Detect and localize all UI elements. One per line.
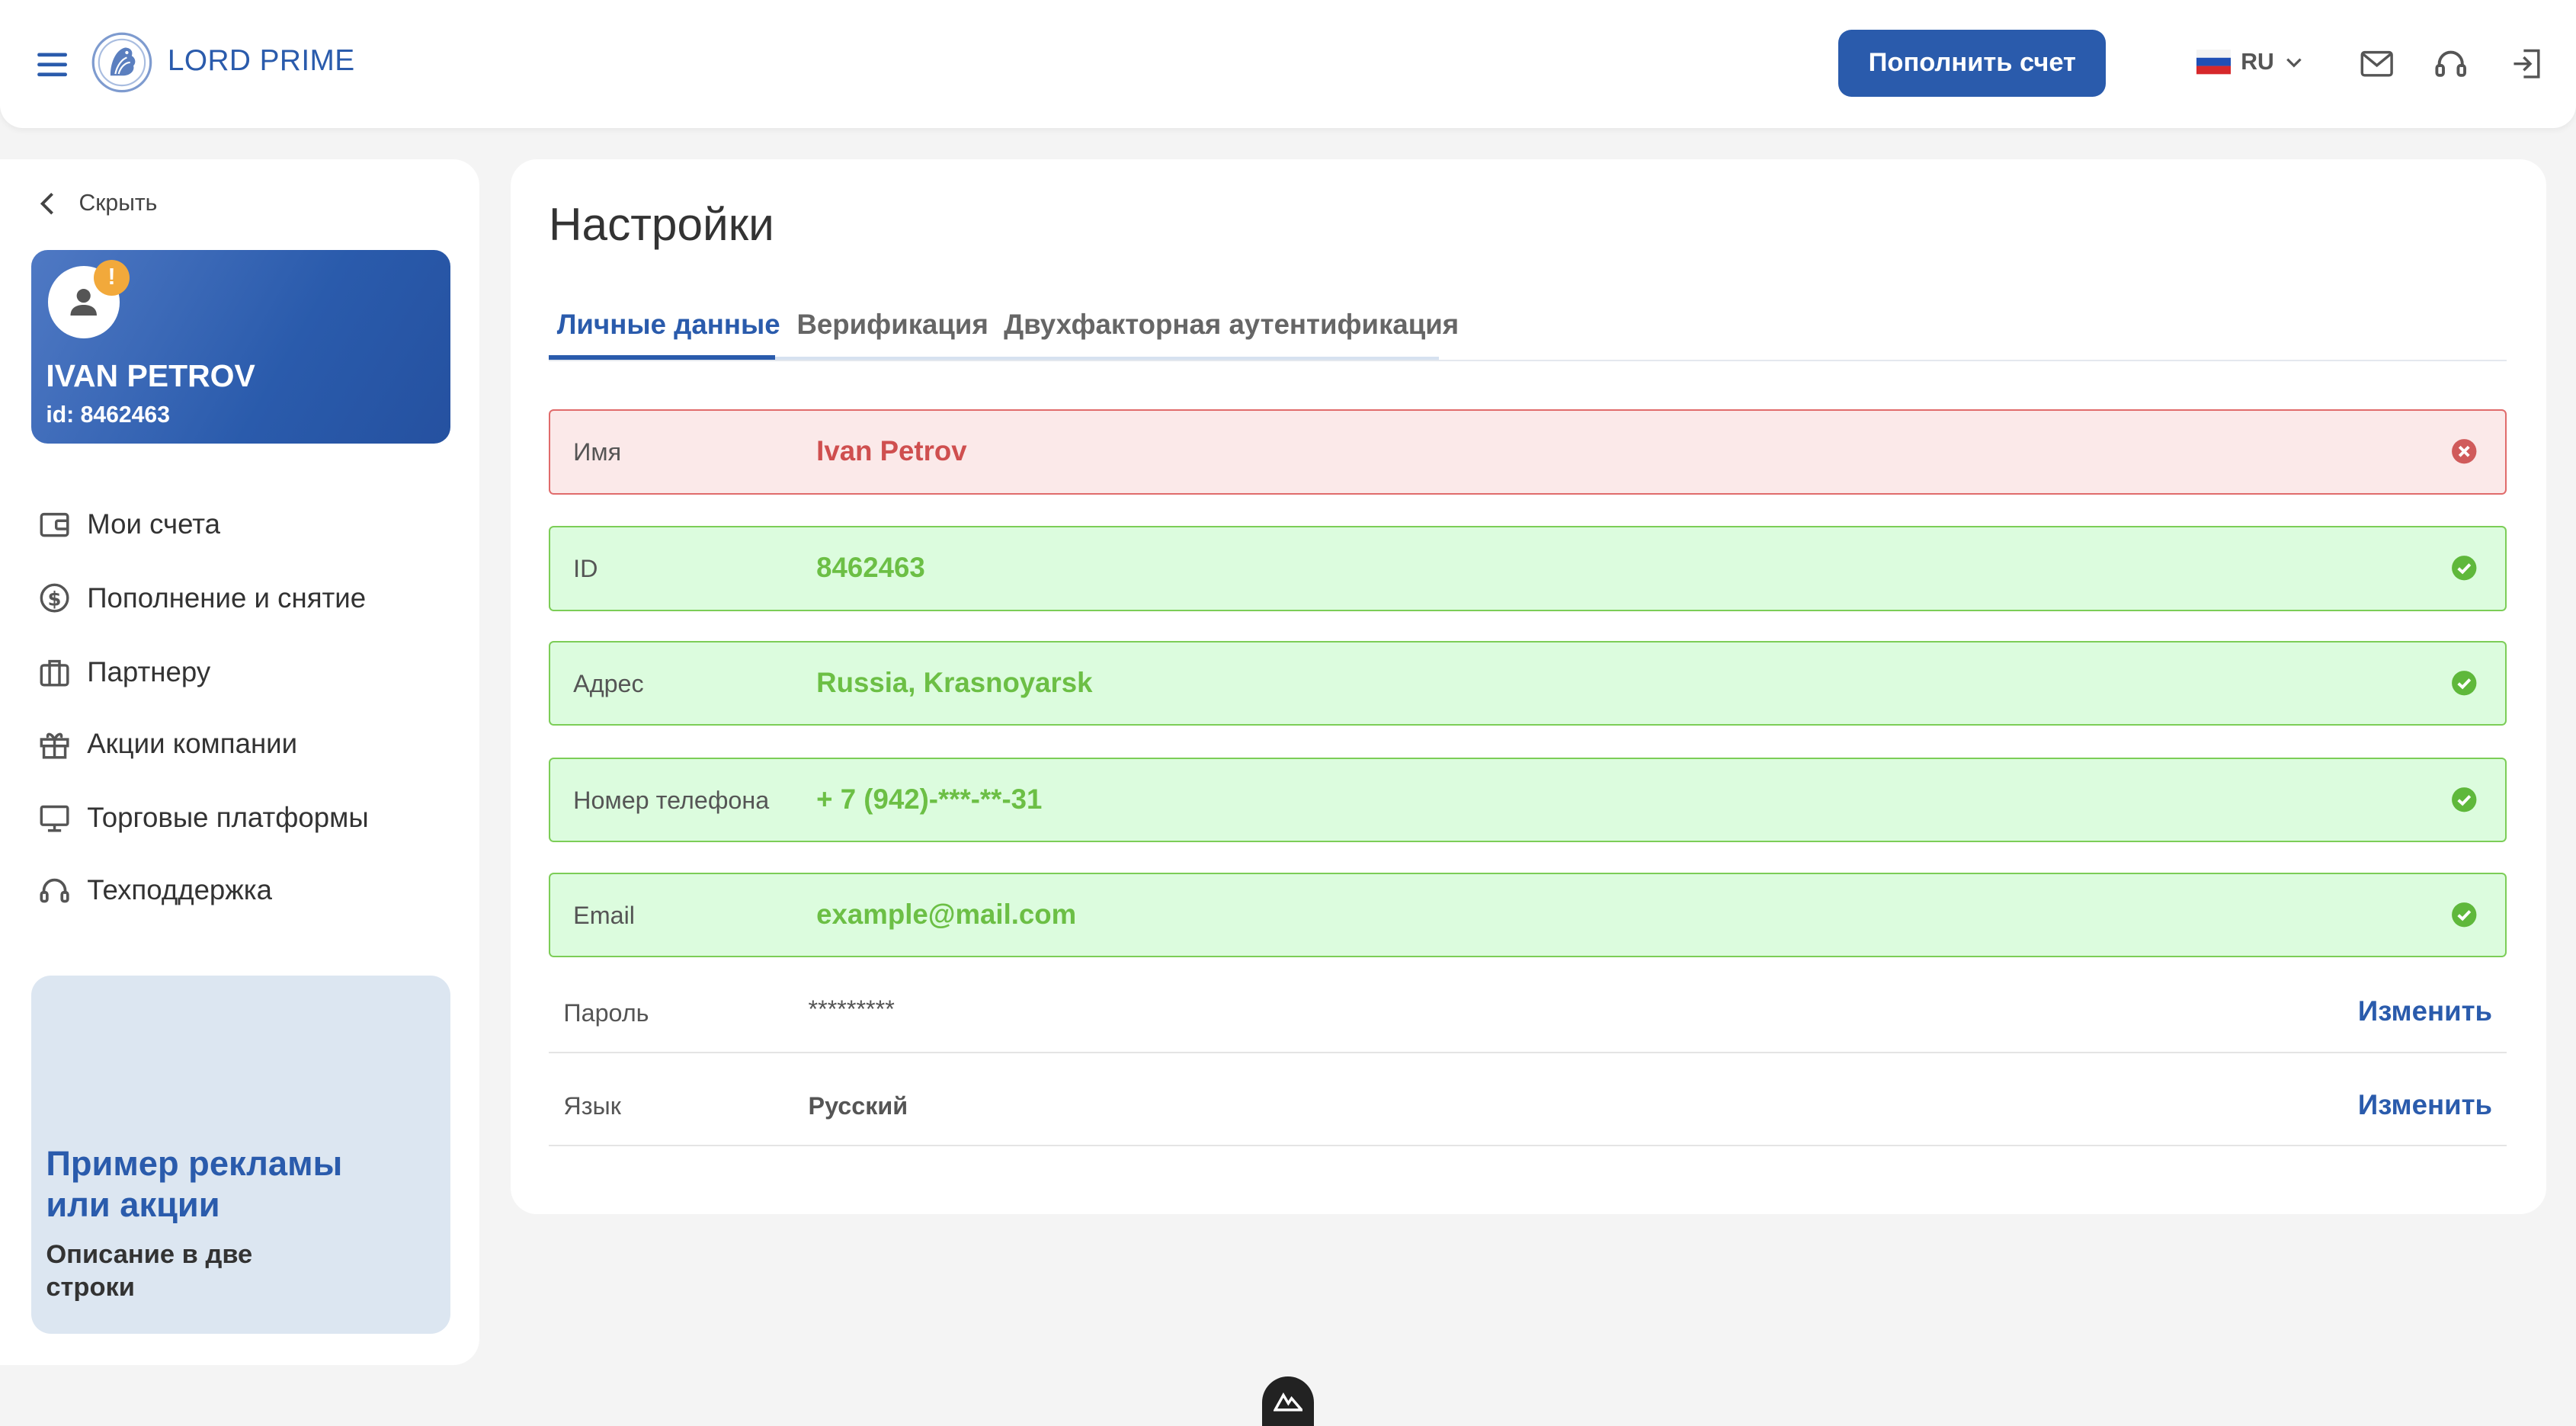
gift-icon: [40, 732, 69, 759]
promo-title: Пример рекламы или акции: [46, 1144, 343, 1225]
field-value[interactable]: Russia, Krasnoyarsk: [816, 667, 1092, 699]
nuxt-icon: [1273, 1392, 1303, 1412]
top-header: LORD PRIME Пополнить счет RU: [0, 0, 2576, 129]
sidebar-item-label: Акции компании: [87, 728, 298, 760]
sidebar-item-label: Мои счета: [87, 508, 221, 540]
mail-icon[interactable]: [2359, 46, 2395, 82]
language-code: RU: [2241, 49, 2274, 75]
svg-text:$: $: [47, 588, 61, 610]
field-label: ID: [573, 555, 598, 583]
logo-icon[interactable]: [91, 31, 153, 94]
hide-label: Скрыть: [78, 191, 158, 216]
tabs-divider: [548, 360, 2507, 362]
field-label: Адрес: [573, 670, 644, 698]
phone-field[interactable]: Номер телефона + 7 (942)-***-**-31: [548, 757, 2507, 843]
sidebar-item-label: Партнеру: [87, 655, 211, 687]
active-tab-indicator: [548, 354, 776, 361]
language-label: Язык: [563, 1092, 621, 1120]
check-icon: [2452, 671, 2477, 696]
language-selector[interactable]: RU: [2196, 50, 2304, 75]
profile-card[interactable]: ! IVAN PETROV id: 8462463: [30, 249, 450, 444]
user-icon: [70, 288, 98, 316]
sidebar-item-label: Пополнение и снятие: [87, 582, 367, 614]
name-field[interactable]: Имя Ivan Petrov: [548, 409, 2507, 495]
address-field[interactable]: Адрес Russia, Krasnoyarsk: [548, 640, 2507, 726]
hide-sidebar-link[interactable]: Скрыть: [36, 191, 157, 216]
topup-button[interactable]: Пополнить счет: [1838, 29, 2107, 98]
field-value[interactable]: Ivan Petrov: [816, 435, 966, 467]
field-value[interactable]: 8462463: [816, 552, 925, 584]
check-icon: [2452, 556, 2477, 581]
error-icon[interactable]: [2451, 438, 2477, 464]
change-password-link[interactable]: Изменить: [2358, 995, 2492, 1027]
logout-icon[interactable]: [2509, 46, 2545, 82]
sidebar-item-support[interactable]: Техподдержка: [38, 874, 272, 907]
field-label: Имя: [573, 438, 622, 466]
password-label: Пароль: [563, 998, 649, 1027]
language-value: Русский: [808, 1092, 908, 1120]
chevron-left-icon: [40, 192, 54, 215]
headset-icon: [40, 878, 69, 903]
profile-name: IVAN PETROV: [46, 357, 255, 393]
profile-id: id: 8462463: [46, 402, 170, 428]
dollar-icon: $: [40, 583, 69, 613]
sidebar-item-label: Торговые платформы: [87, 802, 369, 834]
field-value[interactable]: example@mail.com: [816, 899, 1076, 931]
language-row: Язык Русский Изменить: [548, 1069, 2507, 1147]
field-label: Номер телефона: [573, 787, 770, 815]
chevron-down-icon: [2286, 58, 2302, 68]
check-icon: [2452, 787, 2477, 812]
devtools-badge[interactable]: [1261, 1376, 1315, 1426]
sidebar-item-platforms[interactable]: Торговые платформы: [38, 802, 369, 835]
field-label: Email: [573, 902, 635, 930]
monitor-icon: [40, 805, 69, 832]
sidebar-item-label: Техподдержка: [87, 874, 272, 906]
headset-icon[interactable]: [2433, 46, 2469, 82]
sidebar-item-partner[interactable]: Партнеру: [38, 655, 211, 688]
tab-verification[interactable]: Верификация: [796, 309, 988, 341]
warning-badge[interactable]: !: [93, 259, 130, 296]
sidebar-item-promotions[interactable]: Акции компании: [38, 728, 298, 761]
brand-name[interactable]: LORD PRIME: [168, 44, 355, 78]
id-field[interactable]: ID 8462463: [548, 525, 2507, 611]
wallet-icon: [40, 512, 69, 537]
tab-personal-data[interactable]: Личные данные: [557, 309, 780, 341]
password-row: Пароль ********* Изменить: [548, 976, 2507, 1053]
russia-flag-icon: [2196, 50, 2232, 75]
email-field[interactable]: Email example@mail.com: [548, 872, 2507, 958]
sidebar-item-deposit-withdraw[interactable]: $ Пополнение и снятие: [38, 582, 367, 614]
tab-two-factor[interactable]: Двухфакторная аутентификация: [1004, 309, 1459, 341]
change-language-link[interactable]: Изменить: [2358, 1089, 2492, 1121]
menu-icon[interactable]: [36, 48, 69, 81]
promo-banner[interactable]: Пример рекламы или акции Описание в две …: [30, 976, 450, 1335]
check-icon: [2452, 902, 2477, 928]
field-value[interactable]: + 7 (942)-***-**-31: [816, 783, 1042, 816]
sidebar-item-accounts[interactable]: Мои счета: [38, 508, 220, 540]
password-value: *********: [808, 995, 895, 1024]
briefcase-icon: [40, 659, 69, 687]
tabs-track: [775, 356, 1440, 361]
page-title: Настройки: [548, 197, 774, 250]
promo-description: Описание в две строки: [46, 1240, 253, 1303]
